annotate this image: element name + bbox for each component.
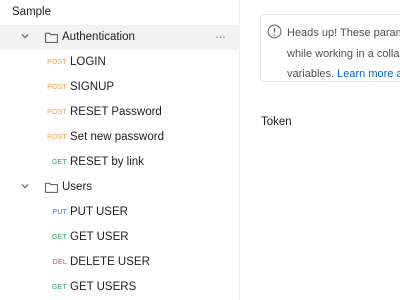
request-row-delete-user[interactable]: DEL DELETE USER — [0, 250, 240, 275]
request-name: SIGNUP — [70, 81, 115, 93]
request-row-put-user[interactable]: PUT PUT USER — [0, 200, 240, 225]
method-badge-put: PUT — [52, 209, 67, 216]
app-window: Sample Authentication … POST LOGIN POST … — [0, 0, 400, 300]
request-row-get-user[interactable]: GET GET USER — [0, 225, 240, 250]
notice-line-3-text: variables. — [287, 68, 338, 80]
method-badge-post: POST — [47, 109, 67, 116]
request-name: RESET by link — [70, 156, 144, 168]
folder-name: Authentication — [62, 31, 135, 43]
request-name: DELETE USER — [70, 256, 150, 268]
request-name: RESET Password — [70, 106, 162, 118]
heads-up-notice: Heads up! These paramet while working in… — [260, 14, 400, 82]
notice-line-2: while working in a collabo — [287, 47, 400, 60]
method-badge-post: POST — [47, 134, 67, 141]
collection-row-sample[interactable]: Sample — [0, 0, 240, 25]
chevron-down-icon[interactable] — [21, 32, 29, 40]
request-row-login[interactable]: POST LOGIN — [0, 50, 240, 75]
method-badge-del: DEL — [52, 259, 67, 266]
learn-more-link[interactable]: Learn more abo — [337, 68, 400, 80]
main-pane: Heads up! These paramet while working in… — [241, 0, 400, 300]
folder-row-users[interactable]: Users — [0, 175, 240, 200]
collection-sidebar: Sample Authentication … POST LOGIN POST … — [0, 0, 240, 300]
method-badge-get: GET — [52, 284, 67, 291]
notice-line-1: Heads up! These paramet — [287, 27, 400, 39]
request-row-set-new-password[interactable]: POST Set new password — [0, 125, 240, 150]
request-row-reset-password[interactable]: POST RESET Password — [0, 100, 240, 125]
request-name: GET USERS — [70, 281, 137, 293]
folder-name: Users — [62, 181, 93, 193]
notice-line-3: variables. Learn more abo — [287, 64, 400, 85]
request-name: LOGIN — [70, 56, 106, 68]
request-name: Set new password — [70, 131, 164, 143]
request-row-get-users[interactable]: GET GET USERS — [0, 275, 240, 300]
chevron-down-icon[interactable] — [21, 182, 29, 190]
collection-name: Sample — [12, 6, 51, 18]
request-row-signup[interactable]: POST SIGNUP — [0, 75, 240, 100]
method-badge-post: POST — [47, 84, 67, 91]
folder-row-authentication[interactable]: Authentication … — [0, 25, 240, 50]
method-badge-get: GET — [52, 234, 67, 241]
more-options-icon[interactable]: … — [215, 29, 227, 42]
info-icon — [267, 24, 282, 39]
folder-icon — [45, 182, 58, 193]
token-label: Token — [261, 116, 292, 128]
folder-icon — [45, 32, 58, 43]
request-name: GET USER — [70, 231, 129, 243]
method-badge-post: POST — [47, 59, 67, 66]
request-name: PUT USER — [70, 206, 128, 218]
method-badge-get: GET — [52, 159, 67, 166]
request-row-reset-by-link[interactable]: GET RESET by link — [0, 150, 240, 175]
